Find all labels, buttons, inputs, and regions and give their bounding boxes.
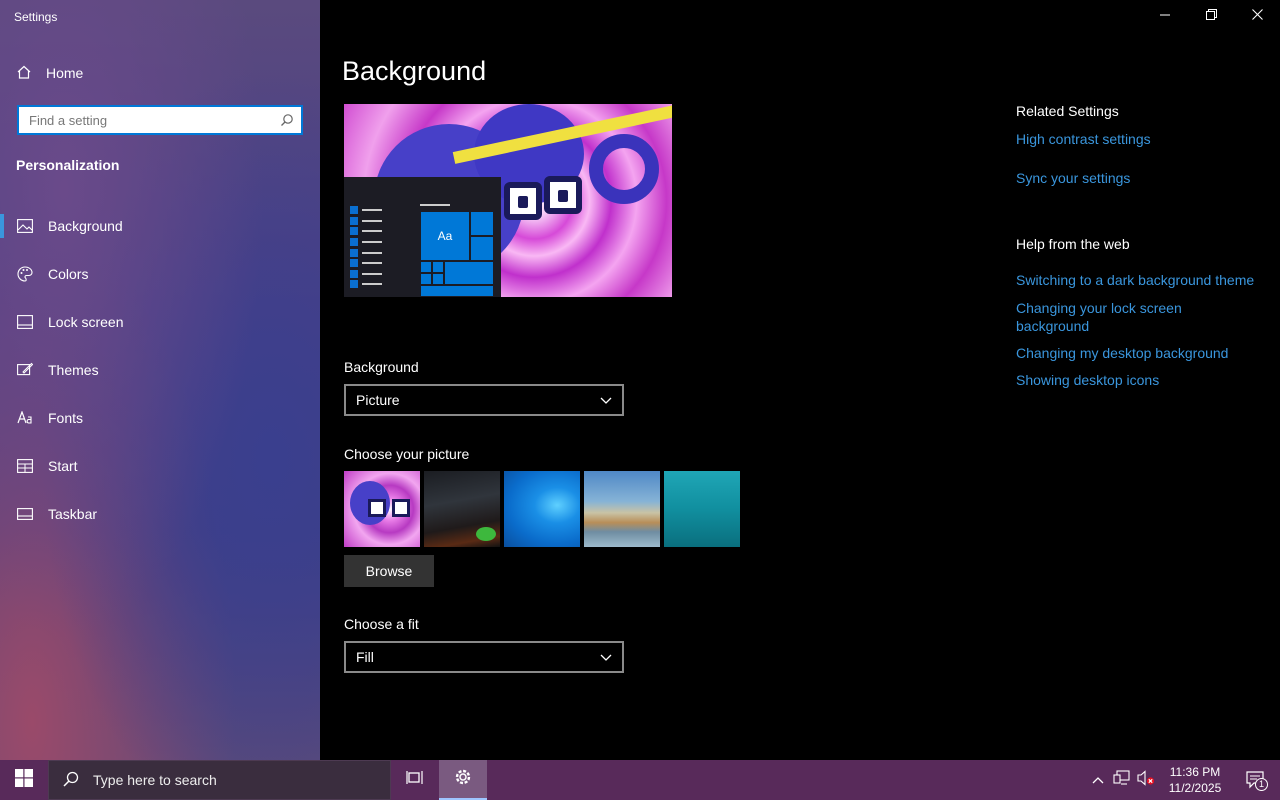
sidebar-item-fonts[interactable]: Fonts	[0, 394, 320, 442]
minimize-icon	[1160, 7, 1170, 25]
home-link[interactable]: Home	[16, 62, 83, 84]
picture-icon	[17, 218, 33, 234]
picture-thumbnail[interactable]	[504, 471, 580, 547]
help-link-desktop-background[interactable]: Changing my desktop background	[1016, 344, 1228, 362]
sync-settings-link[interactable]: Sync your settings	[1016, 169, 1130, 187]
sidebar-item-label: Taskbar	[48, 506, 98, 522]
clock[interactable]: 11:36 PM 11/2/2025	[1158, 764, 1232, 796]
clock-time: 11:36 PM	[1169, 765, 1221, 779]
taskbar-search-box[interactable]: Type here to search	[48, 760, 391, 800]
sidebar-item-taskbar[interactable]: Taskbar	[0, 490, 320, 538]
help-link-dark-theme[interactable]: Switching to a dark background theme	[1016, 271, 1254, 289]
choose-picture-label: Choose your picture	[344, 446, 470, 462]
sidebar-item-lock-screen[interactable]: Lock screen	[0, 298, 320, 346]
taskbar-icon	[17, 506, 33, 522]
sidebar-item-label: Start	[48, 458, 78, 474]
background-type-label: Background	[344, 359, 419, 375]
sidebar-item-label: Colors	[48, 266, 89, 282]
search-icon	[63, 771, 79, 790]
windows-logo-icon	[15, 768, 33, 792]
volume-muted-icon	[1137, 769, 1155, 791]
chevron-down-icon	[600, 392, 612, 408]
help-title: Help from the web	[1016, 236, 1130, 252]
picture-thumbnail[interactable]	[664, 471, 740, 547]
preview-desktop-mockup: Aa	[344, 177, 501, 297]
background-type-dropdown[interactable]: Picture	[344, 384, 624, 416]
sidebar-item-background[interactable]: Background	[0, 202, 320, 250]
page-title: Background	[342, 56, 487, 86]
sidebar-item-themes[interactable]: Themes	[0, 346, 320, 394]
sidebar-item-colors[interactable]: Colors	[0, 250, 320, 298]
sidebar-item-label: Themes	[48, 362, 99, 378]
sidebar: Settings Home Personalization Background	[0, 0, 320, 760]
restore-button[interactable]	[1188, 0, 1234, 32]
picture-thumbnail[interactable]	[584, 471, 660, 547]
gear-icon	[453, 767, 473, 792]
search-icon[interactable]	[273, 113, 301, 127]
fit-dropdown[interactable]: Fill	[344, 641, 624, 673]
picture-thumbnails	[344, 471, 740, 547]
preview-tile: Aa	[420, 211, 470, 261]
volume-button[interactable]	[1134, 760, 1158, 800]
choose-fit-label: Choose a fit	[344, 616, 419, 632]
close-icon	[1251, 7, 1263, 25]
home-icon	[16, 64, 32, 83]
taskbar-search-placeholder: Type here to search	[93, 772, 217, 788]
help-link-lock-screen[interactable]: Changing your lock screen background	[1016, 299, 1216, 335]
network-icon	[1113, 769, 1131, 791]
settings-window: Settings Home Personalization Background	[0, 0, 1280, 760]
fonts-icon	[17, 410, 33, 426]
task-view-icon	[406, 770, 424, 791]
background-type-value: Picture	[356, 392, 400, 408]
chevron-up-icon	[1092, 771, 1104, 789]
home-label: Home	[46, 65, 84, 81]
fit-value: Fill	[356, 649, 374, 665]
picture-thumbnail[interactable]	[424, 471, 500, 547]
browse-button[interactable]: Browse	[344, 555, 434, 587]
lock-screen-icon	[17, 314, 33, 330]
sidebar-item-label: Lock screen	[48, 314, 124, 330]
settings-search-box[interactable]	[17, 105, 303, 135]
show-hidden-icons-button[interactable]	[1086, 760, 1110, 800]
task-view-button[interactable]	[391, 760, 439, 800]
network-button[interactable]	[1110, 760, 1134, 800]
notification-icon: 1	[1246, 771, 1268, 791]
picture-thumbnail[interactable]	[344, 471, 420, 547]
related-settings-title: Related Settings	[1016, 103, 1119, 119]
background-preview: Aa	[344, 104, 672, 297]
taskbar: Type here to search 11:36 PM 11/2/2025 1	[0, 760, 1280, 800]
close-button[interactable]	[1234, 0, 1280, 32]
section-title: Personalization	[16, 157, 120, 173]
sidebar-item-start[interactable]: Start	[0, 442, 320, 490]
restore-icon	[1205, 7, 1217, 25]
palette-icon	[17, 266, 33, 282]
chevron-down-icon	[600, 649, 612, 665]
start-icon	[17, 458, 33, 474]
themes-icon	[17, 362, 33, 378]
window-title: Settings	[14, 10, 58, 24]
settings-search-input[interactable]	[19, 107, 273, 133]
help-link-desktop-icons[interactable]: Showing desktop icons	[1016, 371, 1159, 389]
notification-count-badge: 1	[1255, 778, 1268, 791]
high-contrast-link[interactable]: High contrast settings	[1016, 130, 1151, 148]
action-center-button[interactable]: 1	[1232, 760, 1280, 800]
system-tray: 11:36 PM 11/2/2025 1	[1086, 760, 1280, 800]
clock-date: 11/2/2025	[1168, 781, 1222, 795]
start-button[interactable]	[0, 760, 48, 800]
sidebar-nav: Background Colors Lock screen Themes Fon…	[0, 202, 320, 538]
sidebar-item-label: Background	[48, 218, 123, 234]
taskbar-settings-app[interactable]	[439, 760, 487, 800]
minimize-button[interactable]	[1142, 0, 1188, 32]
sidebar-item-label: Fonts	[48, 410, 84, 426]
